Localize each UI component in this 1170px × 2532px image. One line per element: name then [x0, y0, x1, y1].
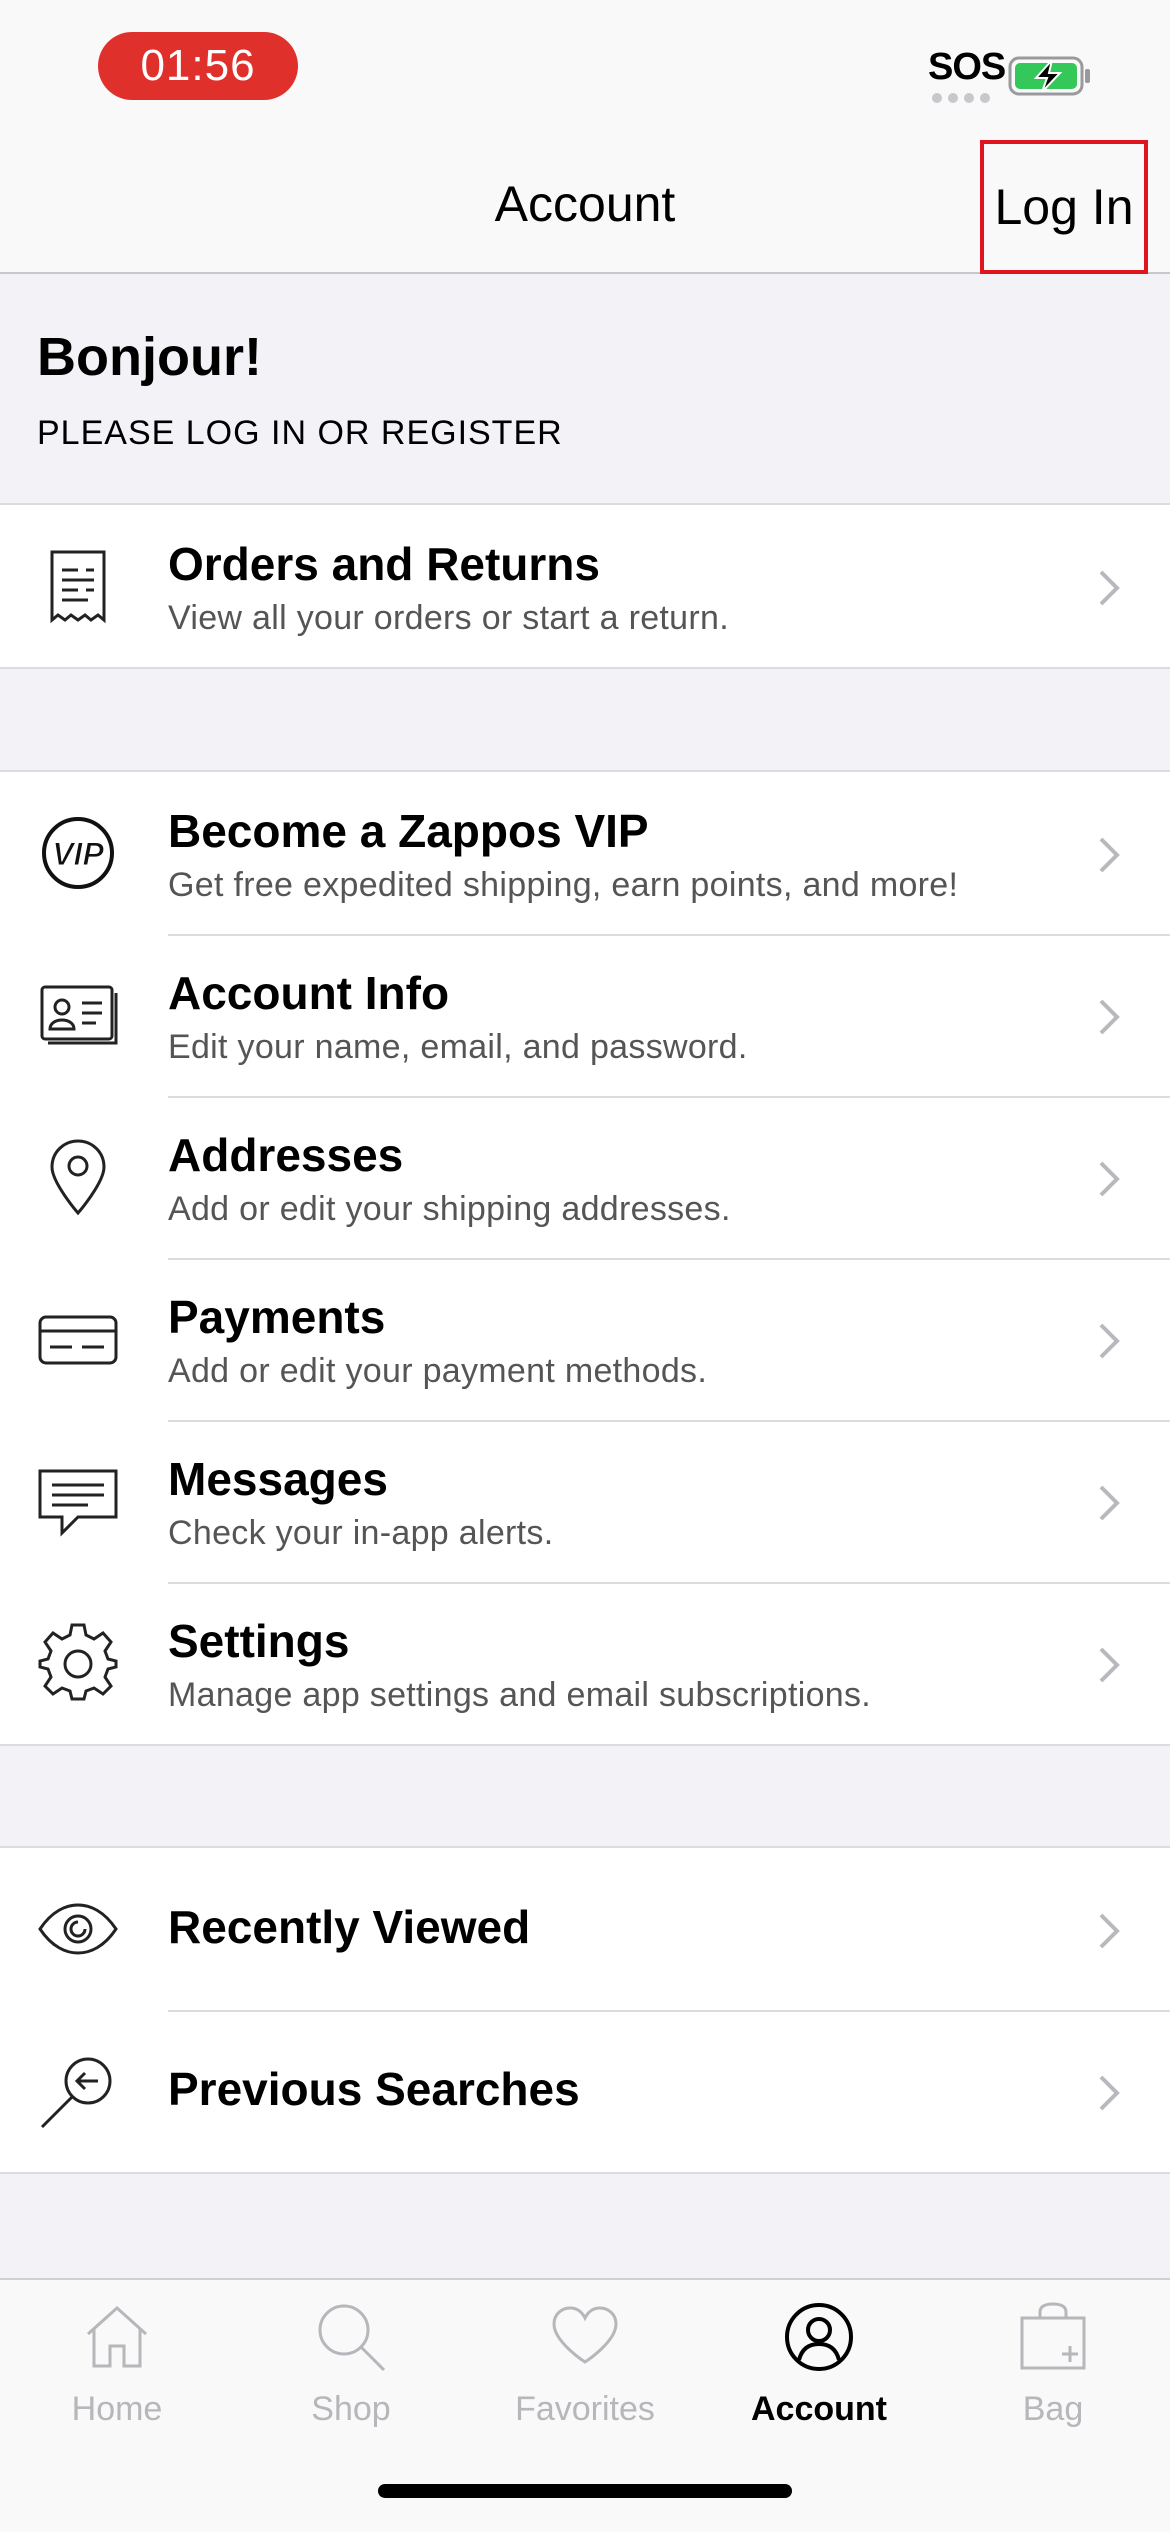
tab-label: Account: [751, 2390, 887, 2428]
previous-searches-row[interactable]: Previous Searches: [0, 2010, 1170, 2172]
greeting-section: Bonjour! PLEASE LOG IN OR REGISTER: [0, 276, 1170, 504]
bag-icon: [1020, 2302, 1086, 2370]
row-title: Settings: [168, 1615, 350, 1667]
row-subtitle: Add or edit your payment methods.: [168, 1352, 708, 1390]
chevron-right-icon: [1099, 570, 1120, 606]
tab-account[interactable]: Account: [702, 2280, 936, 2480]
carrier-label: SOS: [928, 46, 1006, 88]
message-icon: [38, 1469, 118, 1537]
navigation-bar: Account Log In: [0, 134, 1170, 274]
orders-and-returns-row[interactable]: Orders and Returns View all your orders …: [0, 505, 1170, 667]
orders-group: Orders and Returns View all your orders …: [0, 503, 1170, 669]
tab-home[interactable]: Home: [0, 2280, 234, 2480]
battery-charging-icon: [1008, 56, 1090, 96]
tab-bag[interactable]: Bag: [936, 2280, 1170, 2480]
chevron-right-icon: [1099, 2075, 1120, 2111]
eye-icon: [38, 1903, 118, 1955]
account-info-row[interactable]: Account Info Edit your name, email, and …: [0, 934, 1170, 1096]
row-title: Account Info: [168, 967, 450, 1019]
row-subtitle: Check your in-app alerts.: [168, 1514, 554, 1552]
credit-card-icon: [38, 1315, 118, 1365]
vip-icon: VIP: [42, 817, 114, 889]
home-indicator[interactable]: [378, 2484, 792, 2498]
recently-viewed-row[interactable]: Recently Viewed: [0, 1848, 1170, 2010]
row-subtitle: Add or edit your shipping addresses.: [168, 1190, 731, 1228]
status-time: 01:56: [98, 32, 298, 100]
messages-row[interactable]: Messages Check your in-app alerts.: [0, 1420, 1170, 1582]
history-group: Recently Viewed Previous Searches: [0, 1846, 1170, 2174]
search-icon: [318, 2304, 386, 2372]
tab-favorites[interactable]: Favorites: [468, 2280, 702, 2480]
tab-label: Shop: [311, 2390, 391, 2428]
row-title: Orders and Returns: [168, 538, 600, 590]
chevron-right-icon: [1099, 999, 1120, 1035]
signal-dots-icon: [932, 93, 990, 103]
chevron-right-icon: [1099, 1323, 1120, 1359]
row-title: Recently Viewed: [168, 1901, 531, 1953]
id-card-icon: [40, 985, 118, 1045]
chevron-right-icon: [1099, 1161, 1120, 1197]
map-pin-icon: [50, 1139, 106, 1216]
heart-icon: [552, 2306, 618, 2364]
status-bar: 01:56 SOS: [0, 0, 1170, 134]
chevron-right-icon: [1099, 1485, 1120, 1521]
row-subtitle: Get free expedited shipping, earn points…: [168, 866, 959, 904]
row-title: Payments: [168, 1291, 386, 1343]
tab-shop[interactable]: Shop: [234, 2280, 468, 2480]
row-subtitle: Manage app settings and email subscripti…: [168, 1676, 872, 1714]
row-title: Addresses: [168, 1129, 404, 1181]
greeting-subtitle: PLEASE LOG IN OR REGISTER: [37, 414, 563, 452]
login-button[interactable]: Log In: [980, 140, 1148, 274]
tab-label: Home: [71, 2390, 163, 2428]
tab-label: Bag: [1022, 2390, 1084, 2428]
receipt-icon: [50, 550, 106, 624]
row-subtitle: View all your orders or start a return.: [168, 599, 729, 637]
svg-text:VIP: VIP: [52, 836, 104, 872]
settings-row[interactable]: Settings Manage app settings and email s…: [0, 1582, 1170, 1744]
greeting-title: Bonjour!: [37, 327, 262, 387]
gear-icon: [38, 1623, 118, 1701]
payments-row[interactable]: Payments Add or edit your payment method…: [0, 1258, 1170, 1420]
chevron-right-icon: [1099, 1647, 1120, 1683]
person-icon: [785, 2303, 853, 2371]
home-icon: [86, 2305, 148, 2368]
account-settings-group: VIP Become a Zappos VIP Get free expedit…: [0, 770, 1170, 1746]
chevron-right-icon: [1099, 837, 1120, 873]
search-history-icon: [40, 2057, 112, 2129]
row-title: Previous Searches: [168, 2063, 580, 2115]
row-title: Become a Zappos VIP: [168, 805, 649, 857]
row-subtitle: Edit your name, email, and password.: [168, 1028, 748, 1066]
row-title: Messages: [168, 1453, 388, 1505]
addresses-row[interactable]: Addresses Add or edit your shipping addr…: [0, 1096, 1170, 1258]
zappos-vip-row[interactable]: VIP Become a Zappos VIP Get free expedit…: [0, 772, 1170, 934]
chevron-right-icon: [1099, 1913, 1120, 1949]
tab-label: Favorites: [515, 2390, 655, 2428]
